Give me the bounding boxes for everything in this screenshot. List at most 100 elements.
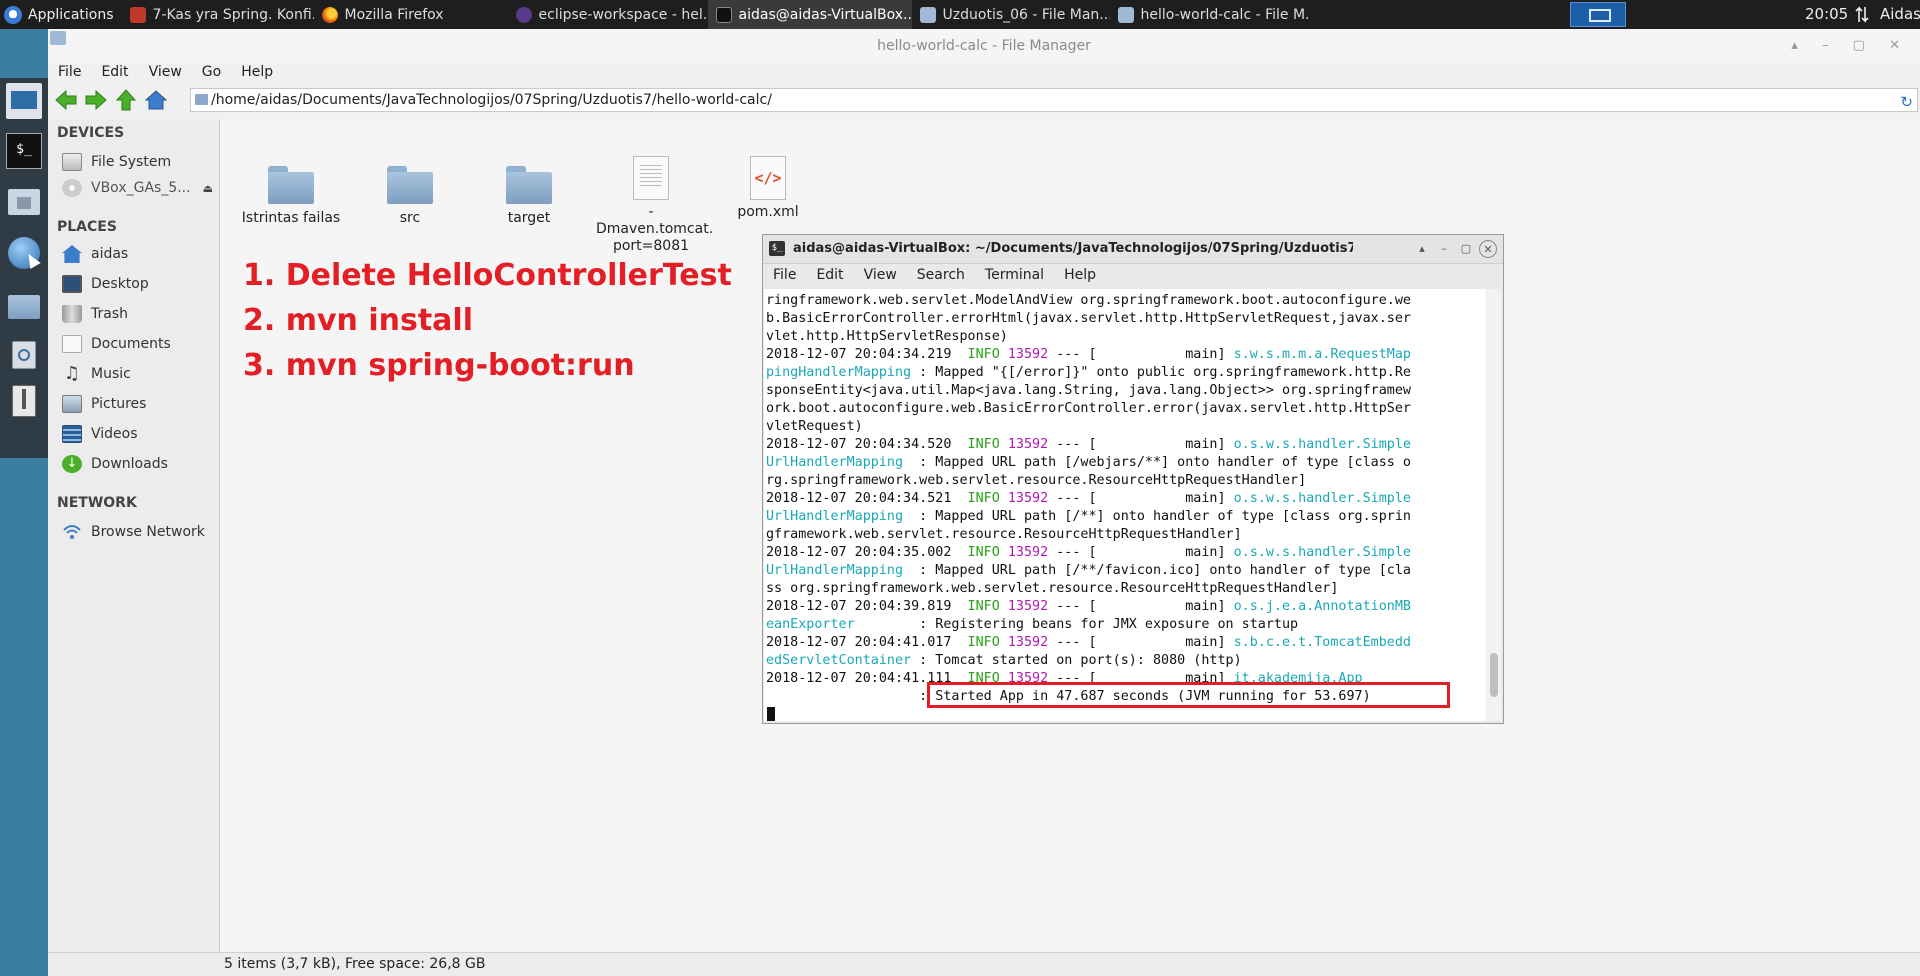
- taskbar-item-firefox[interactable]: Mozilla Firefox: [314, 0, 508, 29]
- scrollbar-thumb[interactable]: [1490, 653, 1498, 697]
- sidebar-item-aidas[interactable]: aidas: [62, 243, 217, 265]
- top-panel: Applications 7-Kas yra Spring. Konfi... …: [0, 0, 1920, 29]
- terminal-menu-search[interactable]: Search: [907, 262, 975, 288]
- removable-drive-launcher-icon[interactable]: [6, 383, 42, 419]
- folder-icon: [1117, 6, 1134, 23]
- terminal-menu-terminal[interactable]: Terminal: [975, 262, 1054, 288]
- menu-file[interactable]: File: [48, 59, 91, 85]
- sidebar-item-downloads[interactable]: ↓ Downloads: [62, 453, 217, 475]
- taskbar-item-file-manager-uzduotis06[interactable]: Uzduotis_06 - File Man...: [912, 0, 1110, 29]
- file-item-label: pom.xml: [737, 204, 799, 220]
- maximize-button[interactable]: ▢: [1457, 240, 1475, 258]
- terminal-line: edServletContainer : Tomcat started on p…: [766, 653, 1242, 668]
- taskbar-item-label: Uzduotis_06 - File Man...: [942, 6, 1110, 23]
- sidebar-item-label: Downloads: [91, 456, 168, 472]
- shade-button[interactable]: ▴: [1413, 240, 1431, 258]
- taskbar-item-label: 7-Kas yra Spring. Konfi...: [152, 6, 314, 23]
- parent-folder-button[interactable]: [114, 88, 138, 112]
- home-icon: [62, 245, 82, 263]
- menu-edit[interactable]: Edit: [91, 59, 138, 85]
- clock[interactable]: 20:05: [1805, 0, 1848, 29]
- sidebar-item-music[interactable]: ♫ Music: [62, 363, 217, 385]
- terminal-menu-edit[interactable]: Edit: [806, 262, 853, 288]
- sidebar-item-pictures[interactable]: Pictures: [62, 393, 217, 415]
- sidebar-item-videos[interactable]: Videos: [62, 423, 217, 445]
- terminal-menu-file[interactable]: File: [763, 262, 806, 288]
- annotation-step: 2. mvn install: [243, 303, 473, 338]
- file-item-pom-xml[interactable]: </> pom.xml: [713, 156, 823, 220]
- menu-view[interactable]: View: [139, 59, 192, 85]
- network-status-icon[interactable]: [1855, 6, 1869, 23]
- sidebar-item-file-system[interactable]: File System: [62, 151, 217, 173]
- user-menu[interactable]: Aidas: [1880, 0, 1920, 29]
- workspace-switcher[interactable]: [1570, 2, 1626, 27]
- taskbar-item-terminal[interactable]: aidas@aidas-VirtualBox...: [707, 0, 912, 29]
- terminal-line: rg.springframework.web.servlet.resource.…: [766, 473, 1307, 488]
- sidebar-item-browse-network[interactable]: Browse Network: [62, 521, 217, 543]
- forward-button[interactable]: [84, 88, 108, 112]
- eject-icon[interactable]: ⏏: [203, 182, 213, 195]
- sidebar-item-trash[interactable]: Trash: [62, 303, 217, 325]
- terminal-line: 2018-12-07 20:04:34.219 INFO 13592 --- […: [766, 347, 1411, 362]
- documents-icon: [62, 335, 82, 353]
- sidebar-item-label: Browse Network: [91, 524, 205, 540]
- menu-help[interactable]: Help: [231, 59, 283, 85]
- folder-icon: [195, 94, 208, 105]
- terminal-menubar: File Edit View Search Terminal Help: [763, 263, 1106, 287]
- sidebar-item-vbox-gas[interactable]: VBox_GAs_5... ⏏: [62, 177, 217, 199]
- taskbar-item-label: eclipse-workspace - hel...: [538, 6, 708, 23]
- file-item-label-line: -: [648, 204, 654, 220]
- sidebar-item-label: Pictures: [91, 396, 147, 412]
- applications-menu-button[interactable]: Applications: [0, 0, 122, 29]
- sidebar-heading-devices: DEVICES: [57, 125, 125, 141]
- menu-go[interactable]: Go: [192, 59, 231, 85]
- location-bar[interactable]: /home/aidas/Documents/JavaTechnologijos/…: [190, 88, 1918, 112]
- file-item-dmaven-tomcat-port[interactable]: - Dmaven.tomcat. port=8081: [596, 156, 713, 255]
- sidebar-item-label: Desktop: [91, 276, 149, 292]
- highlight-box: [927, 682, 1450, 708]
- taskbar-item-eclipse[interactable]: eclipse-workspace - hel...: [508, 0, 708, 29]
- downloads-icon: ↓: [62, 455, 82, 473]
- terminal-line: UrlHandlerMapping : Mapped URL path [/we…: [766, 455, 1411, 470]
- home-folder-launcher-icon[interactable]: [6, 183, 42, 219]
- application-finder-launcher-icon[interactable]: [6, 335, 42, 371]
- sidebar-item-desktop[interactable]: Desktop: [62, 273, 217, 295]
- taskbar-item-label: Mozilla Firefox: [344, 6, 444, 23]
- refresh-icon[interactable]: ↻: [1900, 91, 1913, 113]
- folder-icon: [919, 6, 936, 23]
- sidebar: DEVICES File System VBox_GAs_5... ⏏ PLAC…: [48, 119, 220, 959]
- terminal-titlebar[interactable]: $_ aidas@aidas-VirtualBox: ~/Documents/J…: [763, 235, 1503, 264]
- file-item-src[interactable]: src: [355, 164, 465, 226]
- file-manager-menubar: File Edit View Go Help: [48, 59, 283, 85]
- harddisk-icon: [62, 153, 82, 171]
- terminal-menu-help[interactable]: Help: [1054, 262, 1106, 288]
- terminal-output[interactable]: ringframework.web.servlet.ModelAndView o…: [764, 289, 1486, 721]
- close-button[interactable]: ✕: [1479, 240, 1497, 258]
- music-icon: ♫: [63, 363, 81, 384]
- file-item-target[interactable]: target: [474, 164, 584, 226]
- sidebar-item-label: Music: [91, 366, 131, 382]
- terminal-window: $_ aidas@aidas-VirtualBox: ~/Documents/J…: [762, 234, 1504, 724]
- window-controls[interactable]: ▴ – ▢ ✕: [1791, 29, 1910, 63]
- folder-icon: [50, 31, 66, 45]
- file-manager-titlebar[interactable]: hello-world-calc - File Manager ▴ – ▢ ✕: [48, 29, 1920, 63]
- disc-icon: [62, 179, 82, 197]
- terminal-line: 2018-12-07 20:04:34.520 INFO 13592 --- […: [766, 437, 1411, 452]
- file-manager-launcher-icon[interactable]: [6, 287, 42, 323]
- terminal-launcher-icon[interactable]: $_: [6, 133, 42, 169]
- web-browser-launcher-icon[interactable]: [6, 235, 42, 271]
- minimize-button[interactable]: –: [1435, 240, 1453, 258]
- dock: $_: [0, 29, 48, 975]
- taskbar-item-document[interactable]: 7-Kas yra Spring. Konfi...: [122, 0, 314, 29]
- sidebar-item-documents[interactable]: Documents: [62, 333, 217, 355]
- show-desktop-icon[interactable]: [6, 83, 42, 119]
- back-button[interactable]: [54, 88, 78, 112]
- firefox-icon: [321, 6, 338, 23]
- taskbar-item-file-manager-hello-world-calc[interactable]: hello-world-calc - File M...: [1110, 0, 1310, 29]
- terminal-menu-view[interactable]: View: [854, 262, 907, 288]
- home-button[interactable]: [144, 88, 168, 112]
- file-item-istrintas-failas[interactable]: Istrintas failas: [236, 164, 346, 226]
- window-title: hello-world-calc - File Manager: [877, 38, 1091, 54]
- terminal-scrollbar[interactable]: [1487, 289, 1501, 721]
- document-icon: [129, 6, 146, 23]
